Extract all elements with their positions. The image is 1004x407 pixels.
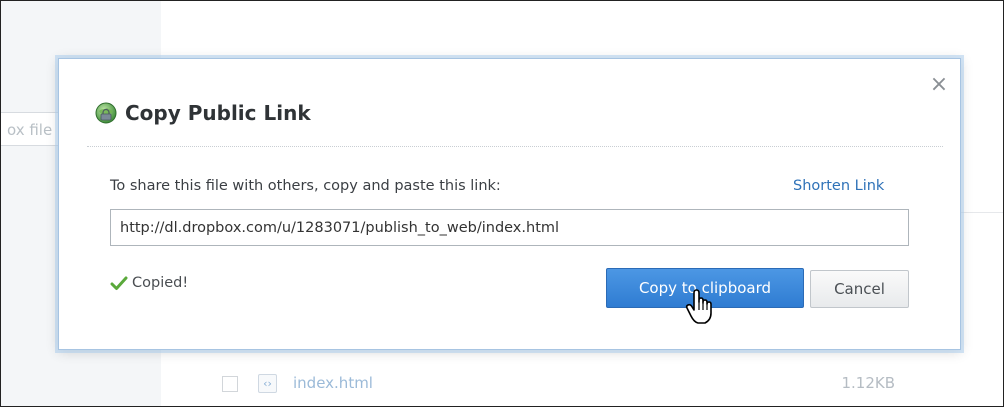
code-file-icon: ‹›	[258, 374, 277, 393]
shorten-link[interactable]: Shorten Link	[793, 178, 884, 194]
file-row[interactable]: ‹› index.html 1.12KB	[161, 363, 1003, 406]
title-divider	[87, 146, 943, 147]
share-instructions: To share this file with others, copy and…	[110, 178, 501, 194]
copy-status: Copied!	[110, 272, 188, 294]
background-search-input[interactable]: ox file	[1, 112, 63, 146]
dialog-header: Copy Public Link	[95, 98, 311, 128]
cancel-button[interactable]: Cancel	[810, 270, 909, 308]
public-link-field[interactable]	[110, 209, 909, 246]
file-row-checkbox[interactable]	[222, 376, 238, 392]
close-icon[interactable]: ×	[927, 73, 951, 97]
globe-icon	[95, 102, 117, 124]
copy-public-link-dialog: × Copy Public Link To share this file wi…	[58, 58, 961, 350]
checkmark-icon	[110, 276, 128, 290]
hand-cursor-icon	[685, 289, 712, 324]
app-window: ox file ‹› index.html 1.12KB × Copy Publ…	[0, 0, 1004, 407]
dialog-title: Copy Public Link	[125, 101, 311, 125]
file-size: 1.12KB	[841, 374, 895, 392]
copied-label: Copied!	[132, 275, 189, 291]
file-name[interactable]: index.html	[293, 374, 373, 392]
